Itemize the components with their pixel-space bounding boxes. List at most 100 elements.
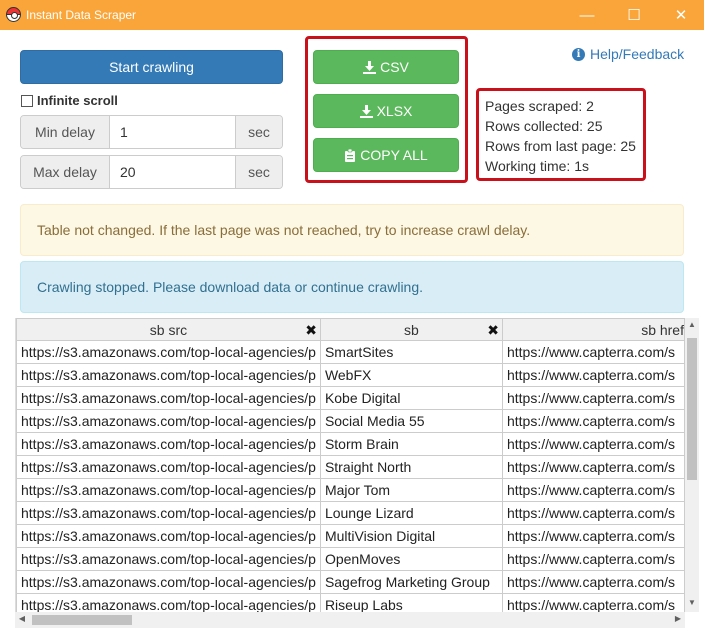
table-row: https://s3.amazonaws.com/top-local-agenc… xyxy=(16,409,685,433)
table-cell[interactable]: MultiVision Digital xyxy=(319,524,503,548)
table-cell[interactable]: https://www.capterra.com/s xyxy=(501,478,685,502)
remove-column-icon[interactable]: ✖ xyxy=(305,322,317,339)
table-row: https://s3.amazonaws.com/top-local-agenc… xyxy=(16,455,685,479)
table-row: https://s3.amazonaws.com/top-local-agenc… xyxy=(16,593,685,612)
table-row: https://s3.amazonaws.com/top-local-agenc… xyxy=(16,501,685,525)
column-header[interactable]: sb href xyxy=(501,318,685,341)
table-cell[interactable]: https://s3.amazonaws.com/top-local-agenc… xyxy=(16,363,321,387)
table-cell[interactable]: https://s3.amazonaws.com/top-local-agenc… xyxy=(16,432,321,456)
pokeball-app-icon xyxy=(6,7,21,22)
table-row: https://s3.amazonaws.com/top-local-agenc… xyxy=(16,570,685,594)
table-cell[interactable]: https://www.capterra.com/s xyxy=(501,570,685,594)
maximize-button[interactable]: ☐ xyxy=(611,0,657,30)
table-cell[interactable]: https://s3.amazonaws.com/top-local-agenc… xyxy=(16,570,321,594)
table-row: https://s3.amazonaws.com/top-local-agenc… xyxy=(16,386,685,410)
info-alert: Crawling stopped. Please download data o… xyxy=(20,261,684,313)
scroll-up-arrow-icon[interactable]: ▲ xyxy=(685,320,699,332)
xlsx-download-button[interactable]: XLSX xyxy=(313,94,459,128)
working-time: Working time: 1s xyxy=(485,158,589,174)
horizontal-scroll-thumb[interactable] xyxy=(32,615,132,625)
min-delay-input[interactable]: 1 xyxy=(109,116,236,148)
table-cell[interactable]: https://www.capterra.com/s xyxy=(501,340,685,364)
table-cell[interactable]: https://s3.amazonaws.com/top-local-agenc… xyxy=(16,455,321,479)
table-header-row: sb src ✖ sb ✖ sb href xyxy=(16,318,685,341)
warning-alert: Table not changed. If the last page was … xyxy=(20,204,684,256)
table-cell[interactable]: OpenMoves xyxy=(319,547,503,571)
table-cell[interactable]: Riseup Labs xyxy=(319,593,503,612)
table-cell[interactable]: Social Media 55 xyxy=(319,409,503,433)
table-cell[interactable]: Lounge Lizard xyxy=(319,501,503,525)
scroll-right-arrow-icon[interactable]: ▶ xyxy=(671,614,685,626)
column-header-label: sb href xyxy=(641,321,684,338)
crawl-stats: Pages scraped: 2 Rows collected: 25 Rows… xyxy=(485,96,636,176)
table-cell[interactable]: WebFX xyxy=(319,363,503,387)
table-cell[interactable]: https://s3.amazonaws.com/top-local-agenc… xyxy=(16,524,321,548)
table-cell[interactable]: Major Tom xyxy=(319,478,503,502)
table-cell[interactable]: Sagefrog Marketing Group xyxy=(319,570,503,594)
csv-label: CSV xyxy=(380,59,409,75)
table-row: https://s3.amazonaws.com/top-local-agenc… xyxy=(16,547,685,571)
close-button[interactable]: ✕ xyxy=(658,0,704,30)
table-row: https://s3.amazonaws.com/top-local-agenc… xyxy=(16,340,685,364)
horizontal-scrollbar[interactable]: ◀ ▶ xyxy=(15,612,685,628)
table-cell[interactable]: https://www.capterra.com/s xyxy=(501,455,685,479)
window-title: Instant Data Scraper xyxy=(26,8,137,22)
max-delay-unit: sec xyxy=(236,156,282,188)
start-crawling-button[interactable]: Start crawling xyxy=(20,50,283,84)
table-cell[interactable]: https://s3.amazonaws.com/top-local-agenc… xyxy=(16,547,321,571)
table-cell[interactable]: https://www.capterra.com/s xyxy=(501,501,685,525)
column-header-label: sb src xyxy=(149,321,188,338)
vertical-scroll-thumb[interactable] xyxy=(687,338,697,480)
column-header[interactable]: sb src ✖ xyxy=(16,318,321,341)
max-delay-group: Max delay 20 sec xyxy=(20,155,283,189)
table-cell[interactable]: https://www.capterra.com/s xyxy=(501,593,685,612)
table-cell[interactable]: Storm Brain xyxy=(319,432,503,456)
infinite-scroll-option[interactable]: Infinite scroll xyxy=(21,93,118,108)
table-cell[interactable]: https://s3.amazonaws.com/top-local-agenc… xyxy=(16,593,321,612)
minimize-button[interactable]: — xyxy=(564,0,610,30)
data-table-container: sb src ✖ sb ✖ sb href https://s3.amazona… xyxy=(15,318,685,612)
table-cell[interactable]: https://www.capterra.com/s xyxy=(501,386,685,410)
table-row: https://s3.amazonaws.com/top-local-agenc… xyxy=(16,363,685,387)
table-cell[interactable]: https://s3.amazonaws.com/top-local-agenc… xyxy=(16,501,321,525)
table-cell[interactable]: https://www.capterra.com/s xyxy=(501,363,685,387)
table-cell[interactable]: Straight North xyxy=(319,455,503,479)
pages-scraped: Pages scraped: 2 xyxy=(485,98,594,114)
scroll-down-arrow-icon[interactable]: ▼ xyxy=(685,598,699,610)
csv-download-button[interactable]: CSV xyxy=(313,50,459,84)
column-header[interactable]: sb ✖ xyxy=(319,318,503,341)
copy-all-button[interactable]: COPY ALL xyxy=(313,138,459,172)
table-cell[interactable]: https://www.capterra.com/s xyxy=(501,409,685,433)
infinite-scroll-checkbox[interactable] xyxy=(21,94,33,107)
table-cell[interactable]: https://www.capterra.com/s xyxy=(501,524,685,548)
table-cell[interactable]: Kobe Digital xyxy=(319,386,503,410)
column-header-label: sb xyxy=(404,321,419,338)
clipboard-icon xyxy=(345,148,356,162)
help-feedback-link[interactable]: i Help/Feedback xyxy=(572,46,684,62)
table-cell[interactable]: https://www.capterra.com/s xyxy=(501,547,685,571)
table-row: https://s3.amazonaws.com/top-local-agenc… xyxy=(16,432,685,456)
vertical-scrollbar[interactable]: ▲ ▼ xyxy=(685,318,699,612)
max-delay-input[interactable]: 20 xyxy=(109,156,236,188)
data-table: sb src ✖ sb ✖ sb href https://s3.amazona… xyxy=(16,318,685,612)
table-cell[interactable]: SmartSites xyxy=(319,340,503,364)
table-cell[interactable]: https://s3.amazonaws.com/top-local-agenc… xyxy=(16,409,321,433)
table-cell[interactable]: https://www.capterra.com/s xyxy=(501,432,685,456)
table-cell[interactable]: https://s3.amazonaws.com/top-local-agenc… xyxy=(16,386,321,410)
rows-collected: Rows collected: 25 xyxy=(485,118,603,134)
download-icon xyxy=(363,60,377,74)
table-cell[interactable]: https://s3.amazonaws.com/top-local-agenc… xyxy=(16,340,321,364)
table-row: https://s3.amazonaws.com/top-local-agenc… xyxy=(16,524,685,548)
min-delay-unit: sec xyxy=(236,116,282,148)
max-delay-label: Max delay xyxy=(21,156,109,188)
title-bar: Instant Data Scraper — ☐ ✕ xyxy=(0,0,704,30)
copy-all-label: COPY ALL xyxy=(360,147,428,163)
min-delay-label: Min delay xyxy=(21,116,109,148)
scroll-left-arrow-icon[interactable]: ◀ xyxy=(15,614,29,626)
remove-column-icon[interactable]: ✖ xyxy=(487,322,499,339)
table-cell[interactable]: https://s3.amazonaws.com/top-local-agenc… xyxy=(16,478,321,502)
download-icon xyxy=(359,104,373,118)
info-icon: i xyxy=(572,47,585,61)
help-feedback-label: Help/Feedback xyxy=(590,46,685,62)
rows-from-last-page: Rows from last page: 25 xyxy=(485,138,636,154)
